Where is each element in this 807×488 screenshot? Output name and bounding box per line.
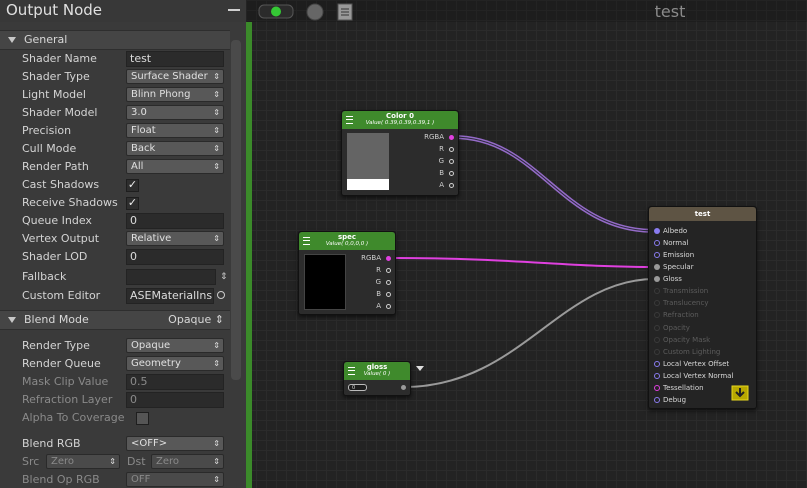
- output-port-g[interactable]: [386, 280, 391, 285]
- output-node[interactable]: test Albedo Normal Emission Specular Glo…: [648, 206, 757, 409]
- output-port-rgba[interactable]: [449, 135, 454, 140]
- output-port-rgba[interactable]: [386, 256, 391, 261]
- spec-node[interactable]: spec Value( 0,0,0,0 ) RGBA R G B A: [298, 231, 396, 315]
- input-label: Opacity: [663, 324, 690, 332]
- output-port-r[interactable]: [449, 147, 454, 152]
- port-label: A: [439, 181, 444, 189]
- expand-arrow-icon[interactable]: [416, 366, 424, 371]
- input-label: Gloss: [663, 275, 682, 283]
- input-label: Emission: [663, 251, 695, 259]
- input-label: Tessellation: [663, 384, 704, 392]
- node-name: test: [694, 210, 711, 218]
- input-port-local-vertex-offset[interactable]: [654, 361, 660, 367]
- node-header: gloss Value( 0 ): [344, 362, 410, 380]
- wire-gloss-to-gloss: [403, 278, 656, 388]
- input-label: Transmission: [663, 287, 709, 295]
- wire-spec-to-specular: [389, 257, 656, 268]
- input-port-custom-lighting[interactable]: [654, 349, 660, 355]
- input-port-albedo[interactable]: [654, 228, 660, 234]
- output-port-a[interactable]: [449, 183, 454, 188]
- input-label: Refraction: [663, 311, 699, 319]
- port-label: RGBA: [424, 133, 444, 141]
- input-label: Debug: [663, 396, 687, 404]
- node-value: Value( 0.39,0.39,0.39,1 ): [365, 120, 435, 126]
- port-label: B: [439, 169, 444, 177]
- input-port-transmission[interactable]: [654, 288, 660, 294]
- node-header: spec Value( 0,0,0,0 ): [299, 232, 395, 250]
- output-port-a[interactable]: [386, 304, 391, 309]
- node-header: Color 0 Value( 0.39,0.39,0.39,1 ): [342, 111, 458, 129]
- color-preview: [304, 254, 346, 310]
- output-port-b[interactable]: [386, 292, 391, 297]
- port-label: RGBA: [361, 254, 381, 262]
- port-label: G: [375, 278, 381, 286]
- input-label: Custom Lighting: [663, 348, 721, 356]
- input-label: Translucency: [663, 299, 709, 307]
- input-label: Albedo: [663, 227, 688, 235]
- port-label: R: [376, 266, 381, 274]
- input-port-normal[interactable]: [654, 240, 660, 246]
- output-port-b[interactable]: [449, 171, 454, 176]
- input-port-specular[interactable]: [654, 264, 660, 270]
- node-name: Color 0: [386, 112, 414, 120]
- output-port[interactable]: [401, 385, 406, 390]
- input-port-opacity-mask[interactable]: [654, 337, 660, 343]
- input-port-opacity[interactable]: [654, 325, 660, 331]
- gloss-value-field[interactable]: 0: [348, 384, 367, 391]
- input-label: Local Vertex Offset: [663, 360, 730, 368]
- input-label: Opacity Mask: [663, 336, 711, 344]
- input-port-emission[interactable]: [654, 252, 660, 258]
- port-label: G: [438, 157, 444, 165]
- alpha-preview: [347, 179, 389, 190]
- node-header: test: [649, 207, 756, 221]
- save-download-icon[interactable]: [731, 385, 749, 401]
- input-port-refraction[interactable]: [654, 312, 660, 318]
- output-port-g[interactable]: [449, 159, 454, 164]
- input-port-local-vertex-normal[interactable]: [654, 373, 660, 379]
- input-label: Normal: [663, 239, 689, 247]
- port-label: R: [439, 145, 444, 153]
- input-port-gloss[interactable]: [654, 276, 660, 282]
- input-port-tessellation[interactable]: [654, 385, 660, 391]
- input-port-debug[interactable]: [654, 397, 660, 403]
- port-label: B: [376, 290, 381, 298]
- gloss-node[interactable]: gloss Value( 0 ) 0: [343, 361, 424, 396]
- output-port-r[interactable]: [386, 268, 391, 273]
- port-label: A: [376, 302, 381, 310]
- color-node[interactable]: Color 0 Value( 0.39,0.39,0.39,1 ) RGBA R…: [341, 110, 459, 196]
- node-value: Value( 0,0,0,0 ): [325, 241, 369, 247]
- wire-color-to-albedo: [452, 135, 656, 233]
- input-port-translucency[interactable]: [654, 300, 660, 306]
- node-name: gloss: [366, 363, 388, 371]
- input-label: Specular: [663, 263, 694, 271]
- node-name: spec: [337, 233, 357, 241]
- input-label: Local Vertex Normal: [663, 372, 734, 380]
- node-value: Value( 0 ): [363, 371, 391, 377]
